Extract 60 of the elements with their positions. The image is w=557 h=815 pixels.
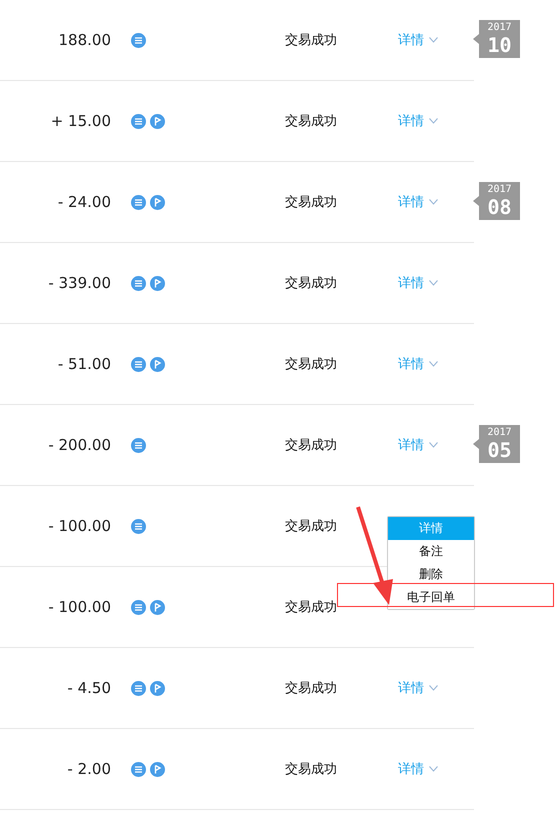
amount: 188.00 <box>58 31 111 49</box>
chevron-icon <box>429 280 438 286</box>
flag-icon <box>150 194 165 210</box>
list-icon <box>131 680 146 696</box>
status-text: 交易成功 <box>285 437 338 454</box>
amount: - 339.00 <box>47 274 111 292</box>
list-icon <box>131 114 146 128</box>
details-link[interactable]: 详情 <box>398 760 438 778</box>
amount: - 200.00 <box>47 436 111 454</box>
chevron-icon <box>429 442 438 448</box>
status-text: 交易成功 <box>285 518 338 535</box>
chevron-icon <box>429 37 438 43</box>
amount: - 51.00 <box>56 355 111 373</box>
amount: - 2.00 <box>66 760 111 778</box>
flag-icon <box>150 276 165 290</box>
year-text: 2017 <box>487 185 512 195</box>
list-icon <box>131 518 146 534</box>
status-text: 交易成功 <box>285 113 338 130</box>
flag-icon <box>150 680 165 696</box>
status-text: 交易成功 <box>285 599 338 616</box>
menu-item[interactable]: 详情 <box>388 517 474 540</box>
year-text: 2017 <box>487 23 512 33</box>
chevron-icon <box>429 361 438 367</box>
list-icon <box>131 276 146 290</box>
chevron-icon <box>429 766 438 772</box>
status-text: 交易成功 <box>285 194 338 211</box>
details-link[interactable]: 详情 <box>398 436 438 454</box>
chevron-icon <box>429 199 438 205</box>
amount: - 4.50 <box>66 679 111 697</box>
list-icon <box>131 194 146 210</box>
status-text: 交易成功 <box>285 32 338 49</box>
details-link[interactable]: 详情 <box>398 679 438 697</box>
details-link[interactable]: 详情 <box>398 112 438 130</box>
chevron-icon <box>429 118 438 124</box>
status-text: 交易成功 <box>285 275 338 292</box>
list-icon <box>131 438 146 452</box>
status-text: 交易成功 <box>285 356 338 373</box>
flag-icon <box>150 762 165 776</box>
year-text: 2017 <box>487 428 512 438</box>
month-text: 10 <box>487 35 512 55</box>
details-link[interactable]: 详情 <box>398 355 438 373</box>
amount: - 24.00 <box>56 193 111 211</box>
flag-icon <box>150 600 165 614</box>
month-text: 08 <box>487 197 512 217</box>
flag-icon <box>150 114 165 128</box>
amount: - 100.00 <box>47 598 111 616</box>
details-link[interactable]: 详情 <box>398 193 438 211</box>
amount: + 15.00 <box>50 112 111 130</box>
details-link[interactable]: 详情 <box>398 274 438 292</box>
list-icon <box>131 762 146 776</box>
month-text: 05 <box>487 440 512 460</box>
list-icon <box>131 600 146 614</box>
flag-icon <box>150 356 165 372</box>
details-link[interactable]: 详情 <box>398 31 438 49</box>
chevron-icon <box>429 685 438 691</box>
status-text: 交易成功 <box>285 761 338 778</box>
list-icon <box>131 32 146 48</box>
list-icon <box>131 356 146 372</box>
status-text: 交易成功 <box>285 680 338 697</box>
amount: - 100.00 <box>47 517 111 535</box>
